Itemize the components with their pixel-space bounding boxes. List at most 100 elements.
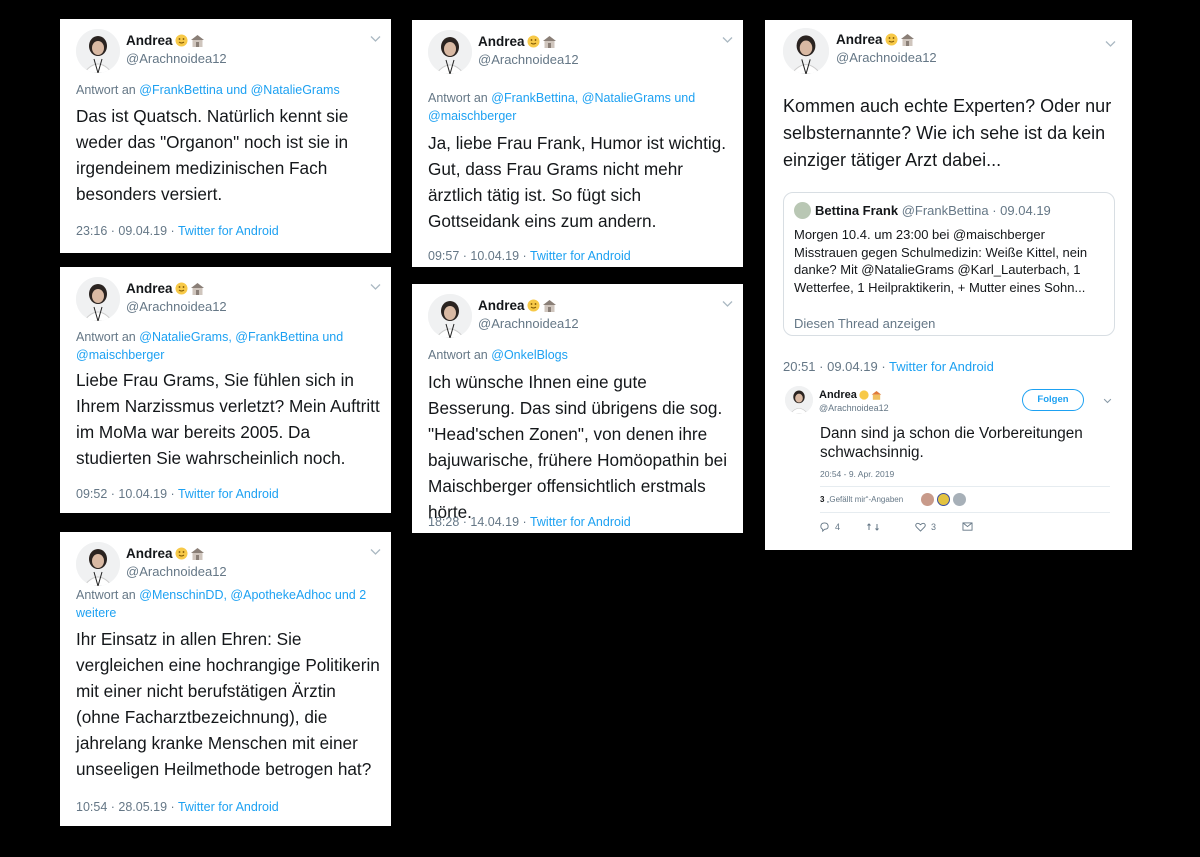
tweet-time[interactable]: 10:54 · 28.05.19 <box>76 800 167 814</box>
user-handle[interactable]: @Arachnoidea12 <box>478 52 579 67</box>
reply-mentions[interactable]: @FrankBettina und @NatalieGrams <box>139 83 339 97</box>
avatar[interactable] <box>428 30 472 74</box>
tweet-text: Kommen auch echte Experten? Oder nur sel… <box>783 96 1112 170</box>
reply-prefix: Antwort an <box>428 348 488 362</box>
avatar[interactable] <box>783 28 829 74</box>
tweet-source[interactable]: Twitter for Android <box>178 224 279 238</box>
user-name[interactable]: Andrea <box>478 298 525 313</box>
tweet-meta: 09:57 · 10.04.19 · Twitter for Android <box>428 249 631 263</box>
chevron-down-icon[interactable] <box>1103 398 1112 404</box>
user-handle[interactable]: @Arachnoidea12 <box>836 50 937 65</box>
reply-context: Antwort an @FrankBettina und @NatalieGra… <box>76 81 379 99</box>
avatar[interactable] <box>76 542 120 586</box>
house-icon <box>542 300 556 312</box>
tweet-header: Andrea @Arachnoidea12 <box>76 277 381 327</box>
reply-prefix: Antwort an <box>428 91 488 105</box>
smiley-icon <box>527 299 540 312</box>
liker-avatar[interactable] <box>921 493 934 506</box>
tweet-time[interactable]: 20:51 · 09.04.19 <box>783 359 878 374</box>
tweet-text: Ihr Einsatz in allen Ehren: Sie vergleic… <box>76 629 380 779</box>
tweet-source[interactable]: Twitter for Android <box>178 487 279 501</box>
tweet-header: Andrea @Arachnoidea12 <box>783 28 1122 78</box>
quoted-tweet[interactable]: Bettina Frank @FrankBettina · 09.04.19 M… <box>783 192 1115 336</box>
liker-avatars <box>921 493 966 511</box>
divider <box>820 486 1110 487</box>
chevron-down-icon[interactable] <box>722 300 733 308</box>
tweet-time[interactable]: 09:52 · 10.04.19 <box>76 487 167 501</box>
quoted-tweet-text: Morgen 10.4. um 23:00 bei @maischberger … <box>794 227 1088 295</box>
reply-prefix: Antwort an <box>76 83 136 97</box>
smiley-icon <box>175 282 188 295</box>
embed-user-handle[interactable]: @Arachnoidea12 <box>819 403 889 413</box>
tweet-source[interactable]: Twitter for Android <box>530 515 631 529</box>
retweet-icon[interactable] <box>867 522 879 532</box>
user-handle[interactable]: @Arachnoidea12 <box>126 51 227 66</box>
tweet-meta: 10:54 · 28.05.19 · Twitter for Android <box>76 800 279 814</box>
avatar[interactable] <box>428 294 472 338</box>
user-name[interactable]: Andrea <box>836 32 883 47</box>
smiley-icon <box>885 33 898 46</box>
tweet-card-6: Andrea @Arachnoidea12 Kommen auch echte … <box>765 20 1132 550</box>
show-thread-link[interactable]: Diesen Thread anzeigen <box>794 316 935 331</box>
likes-summary[interactable]: 3 „Gefällt mir“-Angaben <box>820 495 903 504</box>
action-bar: 4 3 <box>819 521 1019 535</box>
user-name[interactable]: Andrea <box>126 546 173 561</box>
embed-avatar[interactable] <box>785 386 813 414</box>
heart-icon[interactable] <box>915 522 926 532</box>
tweet-text: Ich wünsche Ihnen eine gute Besserung. D… <box>428 372 728 522</box>
tweet-meta: 23:16 · 09.04.19 · Twitter for Android <box>76 224 279 238</box>
smiley-icon <box>527 35 540 48</box>
user-handle[interactable]: @Arachnoidea12 <box>478 316 579 331</box>
liker-avatar[interactable] <box>953 493 966 506</box>
smiley-icon <box>175 34 188 47</box>
reply-context: Antwort an @OnkelBlogs <box>428 346 731 364</box>
tweet-meta: 18:28 · 14.04.19 · Twitter for Android <box>428 515 631 529</box>
embed-user-name[interactable]: Andrea <box>819 389 857 401</box>
embed-tweet-time[interactable]: 20:54 - 9. Apr. 2019 <box>820 469 894 479</box>
chevron-down-icon[interactable] <box>1105 40 1116 48</box>
tweet-card-4: Andrea @Arachnoidea12 Antwort an @FrankB… <box>412 20 743 267</box>
reply-context: Antwort an @NatalieGrams, @FrankBettina … <box>76 328 379 364</box>
reply-context: Antwort an @MenschinDD, @ApothekeAdhoc u… <box>76 586 379 622</box>
tweet-text: Liebe Frau Grams, Sie fühlen sich in Ihr… <box>76 370 380 468</box>
tweet-source[interactable]: Twitter for Android <box>889 359 994 374</box>
tweet-header: Andrea @Arachnoidea12 <box>428 30 733 80</box>
avatar[interactable] <box>76 277 120 321</box>
avatar[interactable] <box>76 29 120 73</box>
tweet-header: Andrea @Arachnoidea12 <box>76 542 381 592</box>
tweet-time[interactable]: 23:16 · 09.04.19 <box>76 224 167 238</box>
message-icon[interactable] <box>962 522 973 532</box>
tweet-card-1: Andrea @Arachnoidea12 Antwort an @FrankB… <box>60 19 391 253</box>
tweet-header: Andrea @Arachnoidea12 <box>76 29 381 79</box>
liker-avatar[interactable] <box>937 493 950 506</box>
user-name[interactable]: Andrea <box>126 281 173 296</box>
user-handle[interactable]: @Arachnoidea12 <box>126 564 227 579</box>
follow-button[interactable]: Folgen <box>1022 389 1084 411</box>
reply-mentions[interactable]: @OnkelBlogs <box>491 348 568 362</box>
reply-icon[interactable] <box>819 522 830 532</box>
house-icon <box>190 283 204 295</box>
reply-prefix: Antwort an <box>76 330 136 344</box>
tweet-time[interactable]: 09:57 · 10.04.19 <box>428 249 519 263</box>
tweet-source[interactable]: Twitter for Android <box>530 249 631 263</box>
quoted-date: · 09.04.19 <box>992 203 1051 218</box>
user-name[interactable]: Andrea <box>478 34 525 49</box>
user-name[interactable]: Andrea <box>126 33 173 48</box>
smiley-icon <box>175 547 188 560</box>
tweet-text: Das ist Quatsch. Natürlich kennt sie wed… <box>76 106 349 204</box>
chevron-down-icon[interactable] <box>370 35 381 43</box>
tweet-source[interactable]: Twitter for Android <box>178 800 279 814</box>
divider <box>820 512 1110 513</box>
reply-count: 4 <box>835 522 841 532</box>
likes-count: 3 <box>820 495 825 504</box>
user-handle[interactable]: @Arachnoidea12 <box>126 299 227 314</box>
tweet-time[interactable]: 18:28 · 14.04.19 <box>428 515 519 529</box>
reply-context: Antwort an @FrankBettina, @NatalieGrams … <box>428 89 731 125</box>
tweet-meta: 09:52 · 10.04.19 · Twitter for Android <box>76 487 279 501</box>
chevron-down-icon[interactable] <box>370 548 381 556</box>
tweet-card-5: Andrea @Arachnoidea12 Antwort an @OnkelB… <box>412 284 743 533</box>
screenshot-collage: { "tweets": { "t1": { "name": "Andrea", … <box>0 0 1200 857</box>
chevron-down-icon[interactable] <box>722 36 733 44</box>
chevron-down-icon[interactable] <box>370 283 381 291</box>
likes-label: „Gefällt mir“-Angaben <box>826 495 904 504</box>
